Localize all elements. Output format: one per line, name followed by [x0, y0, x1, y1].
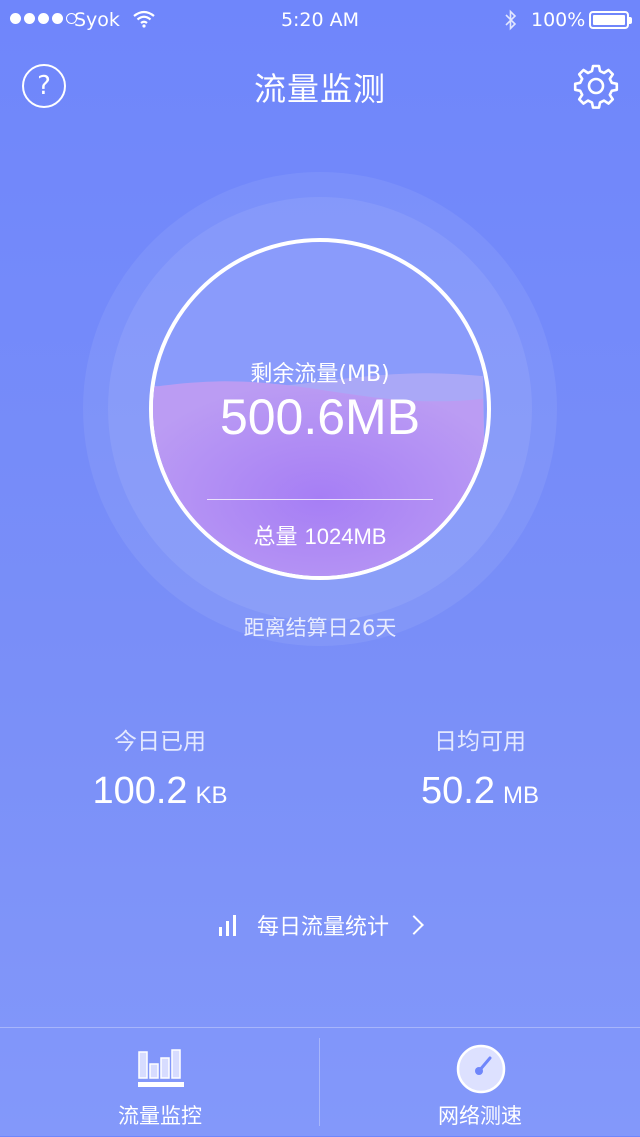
chevron-right-icon	[404, 915, 424, 935]
remaining-label: 剩余流量(MB)	[250, 362, 390, 387]
bluetooth-icon	[505, 9, 517, 31]
tab-speed-test-label: 网络测速	[438, 1104, 522, 1128]
settings-button[interactable]	[572, 62, 620, 110]
daily-stats-link[interactable]: 每日流量统计	[0, 908, 640, 942]
speedometer-icon	[456, 1044, 506, 1094]
total-quota-value: 1024MB	[304, 524, 387, 549]
gear-icon	[573, 64, 619, 109]
total-quota-label: 总量	[253, 525, 298, 550]
gauge-divider	[207, 499, 433, 500]
daily-available-label: 日均可用	[434, 729, 526, 755]
page-title: 流量监测	[253, 70, 386, 108]
daily-stats-label: 每日流量统计	[256, 915, 389, 940]
traffic-monitor-icon	[138, 1049, 184, 1087]
billing-countdown: 距离结算日26天	[243, 616, 397, 640]
battery-percentage: 100%	[531, 9, 586, 31]
daily-available-stat: 50.2 MB	[320, 770, 640, 813]
daily-available-value: 50.2	[421, 770, 495, 812]
total-quota: 总量 1024MB	[0, 519, 640, 551]
remaining-value: 500.6MB	[219, 389, 421, 445]
status-bar: Syok 5:20 AM 100%	[0, 0, 640, 40]
tab-traffic-monitor[interactable]: 流量监控	[0, 1030, 320, 1136]
daily-available-unit: MB	[502, 782, 539, 809]
battery-icon	[589, 11, 632, 29]
tab-traffic-monitor-label: 流量监控	[118, 1104, 202, 1128]
today-used-value: 100.2	[92, 770, 188, 812]
tab-speed-test[interactable]: 网络测速	[320, 1030, 640, 1136]
today-used-unit: KB	[195, 782, 228, 809]
today-used-stat: 100.2 KB	[0, 770, 320, 813]
today-used-label: 今日已用	[114, 729, 206, 755]
bar-chart-icon	[218, 914, 241, 936]
